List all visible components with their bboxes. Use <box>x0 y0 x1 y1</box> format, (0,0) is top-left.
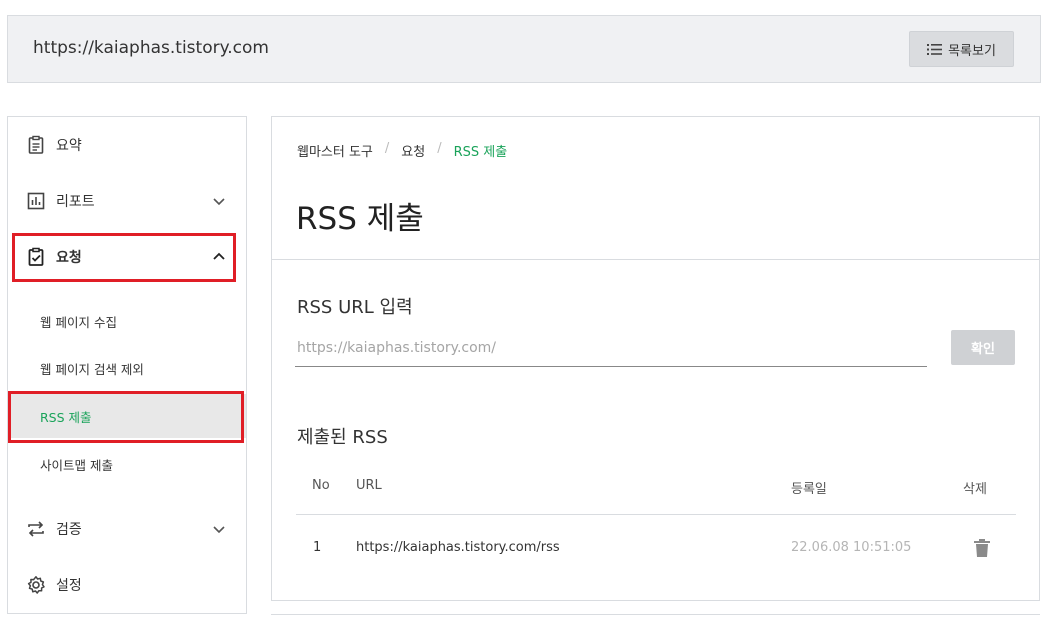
page-title: RSS 제출 <box>296 201 424 237</box>
sidebar-item-report[interactable]: 리포트 <box>8 181 246 221</box>
sidebar-subitem-label: 웹 페이지 수집 <box>40 314 117 330</box>
main-panel: 웹마스터 도구 / 요청 / RSS 제출 RSS 제출 RSS URL 입력 … <box>271 116 1040 601</box>
table-header-divider <box>296 514 1016 515</box>
site-header: https://kaiaphas.tistory.com 목록보기 <box>7 15 1041 83</box>
table-cell-date: 22.06.08 10:51:05 <box>791 540 912 555</box>
table-header-date: 등록일 <box>791 482 827 497</box>
breadcrumb-item[interactable]: 웹마스터 도구 <box>297 141 373 160</box>
section-divider <box>272 259 1039 260</box>
rss-url-label: RSS URL 입력 <box>297 297 413 318</box>
chevron-up-icon <box>213 252 225 260</box>
sidebar-subitem-label: 웹 페이지 검색 제외 <box>40 361 144 377</box>
table-header-url: URL <box>356 478 382 493</box>
sidebar-item-label: 요약 <box>56 138 82 154</box>
site-url: https://kaiaphas.tistory.com <box>33 38 269 58</box>
sidebar-item-label: 요청 <box>56 250 82 266</box>
submitted-rss-label: 제출된 RSS <box>297 427 388 448</box>
table-header-no: No <box>312 478 330 493</box>
sidebar-item-summary[interactable]: 요약 <box>8 125 246 165</box>
sidebar-item-settings[interactable]: 설정 <box>8 565 246 605</box>
sidebar-subitem-rss-submit[interactable]: RSS 제출 <box>8 394 246 438</box>
sidebar-item-request[interactable]: 요청 <box>8 237 246 277</box>
chevron-down-icon <box>213 526 225 534</box>
trash-icon[interactable] <box>973 538 991 558</box>
list-view-button[interactable]: 목록보기 <box>909 31 1014 67</box>
sidebar-item-label: 검증 <box>56 522 82 538</box>
breadcrumb-separator: / <box>384 141 390 156</box>
sidebar-subitem-sitemap-submit[interactable]: 사이트맵 제출 <box>8 442 246 486</box>
sidebar-subitem-label: RSS 제출 <box>40 409 92 425</box>
chevron-down-icon <box>213 198 225 206</box>
sidebar-item-label: 설정 <box>56 578 82 594</box>
breadcrumb: 웹마스터 도구 / 요청 / RSS 제출 <box>297 141 507 160</box>
breadcrumb-separator: / <box>437 141 442 156</box>
breadcrumb-item[interactable]: 요청 <box>401 141 425 160</box>
sidebar-item-verify[interactable]: 검증 <box>8 509 246 549</box>
table-cell-no: 1 <box>313 540 322 555</box>
sidebar-item-label: 리포트 <box>56 194 95 210</box>
sidebar: 요약 리포트 요청 웹 페이지 수집 웹 페이지 검색 제외 RSS 제출 사이… <box>7 116 247 614</box>
next-panel-edge <box>271 614 1040 618</box>
table-cell-url: https://kaiaphas.tistory.com/rss <box>356 540 560 555</box>
sidebar-subitem-page-collect[interactable]: 웹 페이지 수집 <box>8 299 246 343</box>
breadcrumb-current: RSS 제출 <box>453 145 508 160</box>
sidebar-subitem-page-exclude[interactable]: 웹 페이지 검색 제외 <box>8 346 246 390</box>
list-icon <box>927 43 943 55</box>
clipboard-icon <box>28 135 44 154</box>
list-view-label: 목록보기 <box>948 43 996 59</box>
bar-chart-icon <box>27 192 45 210</box>
sidebar-subitem-label: 사이트맵 제출 <box>40 457 113 473</box>
confirm-button[interactable]: 확인 <box>951 330 1015 365</box>
repeat-icon <box>28 521 44 537</box>
clipboard-check-icon <box>28 247 44 266</box>
gear-icon <box>27 576 45 594</box>
table-header-delete: 삭제 <box>963 482 987 497</box>
rss-url-input[interactable] <box>295 329 927 367</box>
